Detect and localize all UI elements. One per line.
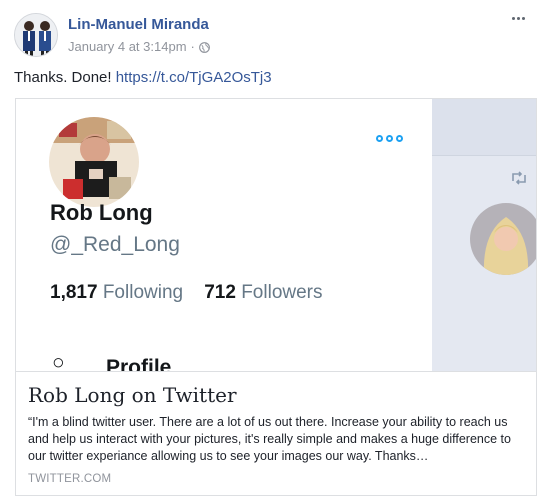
- retweet-icon: [512, 171, 526, 185]
- post-message: Thanks. Done! https://t.co/TjGA2OsTj3: [14, 69, 272, 86]
- link-preview-card[interactable]: Rob Long @_Red_Long 1,817 Following 712 …: [15, 98, 537, 496]
- twitter-profile-tab: Profile: [106, 356, 172, 371]
- link-card-domain: TWITTER.COM: [28, 473, 112, 485]
- link-card-title[interactable]: Rob Long on Twitter: [28, 383, 237, 407]
- author-avatar[interactable]: [14, 13, 58, 57]
- link-preview-image[interactable]: Rob Long @_Red_Long 1,817 Following 712 …: [16, 99, 536, 371]
- link-card-description: “I'm a blind twitter user. There are a l…: [28, 415, 511, 463]
- following-count: 1,817: [50, 282, 98, 303]
- following-label: Following: [102, 282, 184, 303]
- twitter-profile-avatar: [49, 117, 139, 207]
- profile-icon: ○: [52, 351, 65, 371]
- post-message-text: Thanks. Done!: [14, 69, 116, 86]
- post-link[interactable]: https://t.co/TjGA2OsTj3: [116, 69, 272, 86]
- twitter-profile-name: Rob Long: [50, 200, 153, 225]
- twitter-side-panel: [432, 99, 536, 371]
- followers-label: Followers: [241, 282, 323, 303]
- side-panel-header: [432, 99, 536, 156]
- post-timestamp[interactable]: January 4 at 3:14pm: [68, 39, 187, 54]
- link-card-body[interactable]: Rob Long on Twitter “I'm a blind twitter…: [16, 371, 536, 495]
- globe-icon[interactable]: [198, 41, 210, 53]
- side-user-avatar: [470, 203, 536, 275]
- author-avatar-image: [15, 14, 57, 56]
- followers-count: 712: [204, 282, 236, 303]
- twitter-profile-screenshot: Rob Long @_Red_Long 1,817 Following 712 …: [16, 99, 432, 371]
- meta-separator: ·: [190, 39, 195, 54]
- more-options-icon[interactable]: [508, 17, 528, 25]
- post-meta: January 4 at 3:14pm ·: [68, 39, 210, 54]
- twitter-more-icon: [376, 135, 403, 142]
- author-name[interactable]: Lin-Manuel Miranda: [68, 16, 209, 33]
- twitter-profile-stats: 1,817 Following 712 Followers: [50, 282, 323, 304]
- twitter-profile-handle: @_Red_Long: [50, 233, 180, 256]
- post-header: Lin-Manuel Miranda January 4 at 3:14pm ·: [14, 13, 534, 61]
